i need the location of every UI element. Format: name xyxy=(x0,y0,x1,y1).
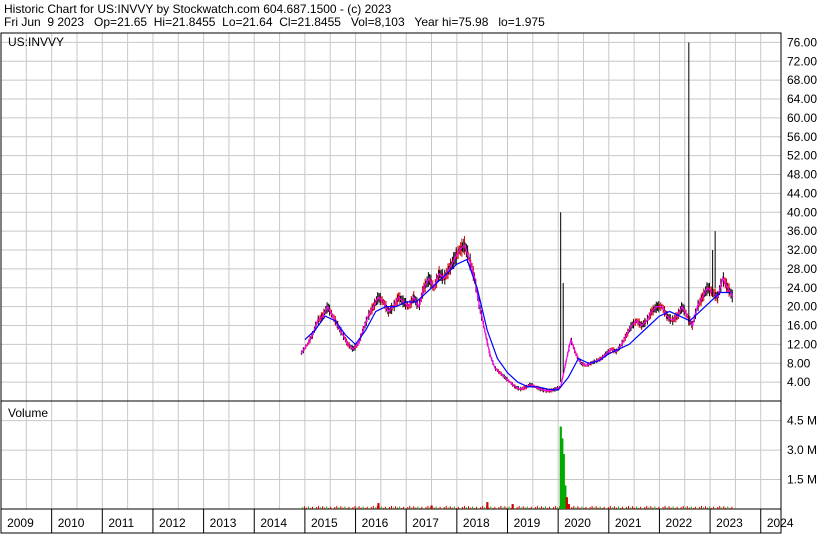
price-tick-label: 56.00 xyxy=(787,130,817,144)
price-tick-label: 60.00 xyxy=(787,111,817,125)
year-tick-label: 2021 xyxy=(615,516,642,530)
year-tick-label: 2019 xyxy=(514,516,541,530)
price-tick-label: 76.00 xyxy=(787,35,817,49)
volume-bar xyxy=(486,502,489,509)
moving-average-long xyxy=(304,258,731,391)
year-tick-label: 2022 xyxy=(666,516,693,530)
historic-chart: US:INVVY Volume 4.00 8.00 12.00 16.00 20.00 2… xyxy=(0,32,817,534)
year-tick-label: 2009 xyxy=(7,516,34,530)
price-tick-label: 64.00 xyxy=(787,92,817,106)
price-marks xyxy=(300,42,734,393)
volume-bar xyxy=(377,503,380,509)
year-tick-label: 2011 xyxy=(108,516,134,530)
year-tick-label: 2010 xyxy=(58,516,85,530)
volume-tick-label: 3.0 M xyxy=(787,443,817,457)
year-tick-label: 2018 xyxy=(463,516,490,530)
volume-bar xyxy=(565,497,568,509)
price-tick-label: 4.00 xyxy=(787,375,811,389)
price-tick-label: 20.00 xyxy=(787,300,817,314)
price-tick-label: 68.00 xyxy=(787,73,817,87)
symbol-label: US:INVVY xyxy=(8,35,64,49)
volume-grid xyxy=(1,401,781,509)
price-tick-label: 44.00 xyxy=(787,186,817,200)
price-tick-labels: 4.00 8.00 12.00 16.00 20.00 24.00 28.00 32.00 36… xyxy=(787,35,817,389)
price-tick-label: 52.00 xyxy=(787,149,817,163)
price-grid xyxy=(1,33,781,401)
year-tick-label: 2013 xyxy=(210,516,237,530)
volume-tick-labels: 1.5 M 3.0 M 4.5 M xyxy=(787,414,817,487)
price-tick-label: 40.00 xyxy=(787,205,817,219)
volume-tick-label: 4.5 M xyxy=(787,414,817,428)
year-tick-label: 2023 xyxy=(716,516,743,530)
price-tick-label: 36.00 xyxy=(787,224,817,238)
volume-marks xyxy=(301,426,733,509)
year-tick-label: 2016 xyxy=(362,516,389,530)
volume-label: Volume xyxy=(8,406,48,420)
year-tick-label: 2014 xyxy=(260,516,287,530)
price-panel-frame xyxy=(0,32,782,402)
price-tick-label: 12.00 xyxy=(787,337,817,351)
price-tick-label: 48.00 xyxy=(787,168,817,182)
volume-tick-label: 1.5 M xyxy=(787,473,817,487)
volume-bar xyxy=(567,504,570,509)
volume-panel-frame xyxy=(0,400,782,510)
year-tick-labels: 2009 2010 2011 2012 2013 2014 2015 2016 2017 2018… xyxy=(0,509,794,533)
year-tick-label: 2024 xyxy=(767,516,794,530)
price-tick-label: 8.00 xyxy=(787,356,811,370)
year-tick-label: 2015 xyxy=(311,516,338,530)
price-tick-label: 16.00 xyxy=(787,319,817,333)
year-tick-label: 2017 xyxy=(412,516,439,530)
volume-bar xyxy=(511,504,514,509)
year-tick-label: 2012 xyxy=(159,516,186,530)
price-tick-label: 24.00 xyxy=(787,281,817,295)
volume-bar xyxy=(430,505,433,509)
price-tick-label: 28.00 xyxy=(787,262,817,276)
year-tick-label: 2020 xyxy=(564,516,591,530)
price-tick-label: 72.00 xyxy=(787,54,817,68)
price-tick-label: 32.00 xyxy=(787,243,817,257)
